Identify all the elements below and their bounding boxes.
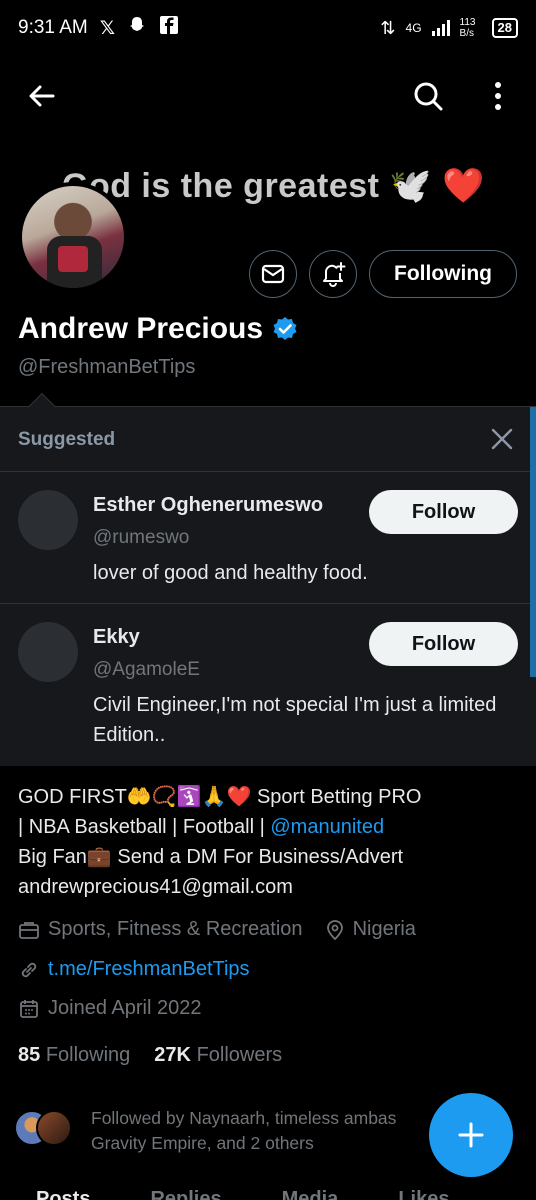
network-speed: 113 B/s xyxy=(459,17,476,39)
more-options-button[interactable] xyxy=(478,76,518,116)
following-label: Following xyxy=(45,1044,131,1066)
message-button[interactable] xyxy=(249,250,297,298)
following-count: 85 xyxy=(18,1044,41,1066)
followers-label: Followers xyxy=(196,1044,283,1066)
bio-line: Big Fan💼 Send a DM For Business/Advert xyxy=(18,846,404,868)
verified-badge-icon xyxy=(273,317,297,340)
suggested-user-avatar[interactable] xyxy=(18,490,78,550)
status-left: 9:31 AM 𝕏 xyxy=(18,15,179,41)
status-right: ⇅ 4G 113 B/s 28 xyxy=(380,17,518,39)
bio-line: andrewprecious41@gmail.com xyxy=(18,876,293,898)
followed-by-line: Followed by Naynaarh, timeless ambas xyxy=(91,1108,397,1128)
suggested-user-card[interactable]: Ekky @AgamoleE Civil Engineer,I'm not sp… xyxy=(0,603,530,767)
followed-by-row[interactable]: Followed by Naynaarh, timeless ambas Gra… xyxy=(14,1106,444,1158)
arrow-left-icon xyxy=(29,85,55,107)
tab-likes[interactable]: Likes xyxy=(398,1188,449,1200)
back-button[interactable] xyxy=(22,76,62,116)
status-time: 9:31 AM xyxy=(18,17,88,38)
followed-by-text: Followed by Naynaarh, timeless ambas Gra… xyxy=(91,1106,451,1156)
profile-location-text: Nigeria xyxy=(352,918,416,940)
profile-bio: GOD FIRST🤲📿🛐🙏❤️ Sport Betting PRO | NBA … xyxy=(18,782,518,902)
battery-level: 28 xyxy=(497,20,512,35)
location-pin-icon xyxy=(326,919,343,940)
suggested-panel: Suggested Esther Oghenerumeswo @rumeswo … xyxy=(0,392,536,767)
suggested-caret xyxy=(27,392,57,422)
profile-category: Sports, Fitness & Recreation xyxy=(48,918,303,940)
briefcase-icon xyxy=(19,921,39,939)
tab-media[interactable]: Media xyxy=(282,1188,339,1200)
notifications-button[interactable] xyxy=(309,250,357,298)
status-bar: 9:31 AM 𝕏 ⇅ 4G 113 B/s 28 xyxy=(0,0,536,56)
profile-joined: Joined April 2022 xyxy=(48,997,202,1019)
profile-location: Nigeria xyxy=(325,918,416,941)
bell-plus-icon xyxy=(323,262,346,287)
banner-text: God is the greatest 🕊️ ❤️ xyxy=(62,167,486,205)
tab-replies[interactable]: Replies xyxy=(150,1188,221,1200)
suggested-user-name: Ekky xyxy=(93,626,140,648)
tab-posts[interactable]: Posts xyxy=(36,1188,90,1200)
close-suggested-button[interactable] xyxy=(486,423,518,455)
suggested-user-bio: lover of good and healthy food. xyxy=(93,562,368,584)
suggested-user-handle: @rumeswo xyxy=(93,527,190,548)
signal-icon xyxy=(431,20,450,36)
following-stat[interactable]: 85 Following xyxy=(18,1044,130,1067)
link-icon xyxy=(21,962,37,977)
bio-mention-link[interactable]: @manunited xyxy=(270,816,384,838)
followed-by-line: Gravity Empire, and 2 others xyxy=(91,1133,314,1153)
profile-avatar[interactable] xyxy=(18,182,128,292)
search-icon xyxy=(414,82,443,111)
suggested-user-card[interactable]: Esther Oghenerumeswo @rumeswo lover of g… xyxy=(0,471,530,603)
profile-category-row: Sports, Fitness & Recreation Nigeria xyxy=(18,918,416,941)
scroll-indicator xyxy=(530,407,536,677)
mail-icon xyxy=(261,264,285,284)
profile-tabs: Posts Replies Media Likes xyxy=(0,1188,536,1200)
plus-icon xyxy=(458,1122,484,1148)
follow-button[interactable]: Follow xyxy=(369,622,518,666)
network-type: 4G xyxy=(405,21,422,35)
suggested-user-handle: @AgamoleE xyxy=(93,659,200,680)
battery-icon: 28 xyxy=(491,18,518,38)
profile-name: Andrew Precious xyxy=(18,312,264,345)
following-button[interactable]: Following xyxy=(369,250,517,298)
bio-line: GOD FIRST🤲📿🛐🙏❤️ Sport Betting PRO xyxy=(18,786,422,808)
snapchat-icon xyxy=(127,15,147,41)
profile-joined-row: Joined April 2022 xyxy=(18,997,201,1020)
bio-line: | NBA Basketball | Football | @manunited xyxy=(18,812,518,842)
profile-stats: 85 Following 27K Followers xyxy=(18,1044,282,1067)
followers-stat[interactable]: 27K Followers xyxy=(154,1044,282,1067)
calendar-icon xyxy=(20,999,38,1018)
x-app-icon: 𝕏 xyxy=(99,17,116,39)
more-vertical-icon xyxy=(495,82,501,110)
close-icon xyxy=(491,428,513,450)
compose-post-button[interactable] xyxy=(429,1093,513,1177)
follower-avatar xyxy=(36,1110,72,1146)
suggested-user-avatar[interactable] xyxy=(18,622,78,682)
facebook-icon xyxy=(159,15,179,41)
profile-link-row: t.me/FreshmanBetTips xyxy=(18,958,250,981)
data-arrows-icon: ⇅ xyxy=(380,17,396,38)
follow-button[interactable]: Follow xyxy=(369,490,518,534)
bio-text: | NBA Basketball | Football | xyxy=(18,816,271,838)
avatar-shirt-print xyxy=(58,246,88,272)
profile-link[interactable]: t.me/FreshmanBetTips xyxy=(48,958,250,981)
suggested-user-name: Esther Oghenerumeswo xyxy=(93,494,324,516)
profile-name-row: Andrew Precious xyxy=(18,312,299,346)
profile-handle: @FreshmanBetTips xyxy=(18,356,196,378)
suggested-user-bio: Civil Engineer,I'm not special I'm just … xyxy=(93,694,497,746)
suggested-title: Suggested xyxy=(18,429,116,450)
search-button[interactable] xyxy=(408,76,448,116)
followers-count: 27K xyxy=(154,1044,191,1066)
